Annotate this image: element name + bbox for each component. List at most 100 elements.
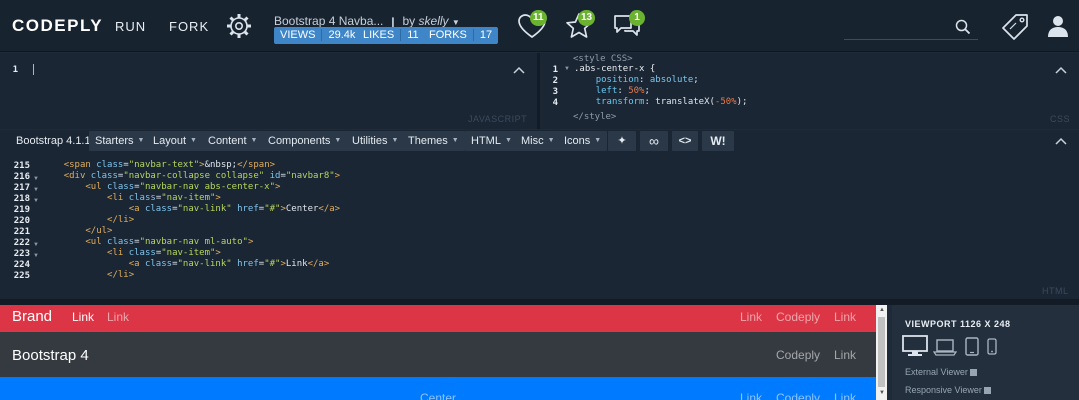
chevron-down-icon: ▼ <box>190 137 197 145</box>
nav-link[interactable]: Codeply <box>776 391 820 400</box>
scroll-up-icon[interactable]: ▲ <box>879 307 885 313</box>
tag-icon[interactable] <box>1000 12 1030 42</box>
line-number: 215 <box>13 161 30 171</box>
nav-link[interactable]: Link <box>740 310 762 324</box>
brand-link[interactable]: Bootstrap 4 <box>12 347 89 364</box>
preview-scrollbar[interactable]: ▲ ▼ <box>876 305 887 400</box>
project-title[interactable]: Bootstrap 4 Navba... ❙ by skelly ▼ <box>274 14 460 28</box>
search-icon[interactable] <box>955 19 971 35</box>
chevron-down-icon: ▼ <box>391 137 399 145</box>
line-number: 221 <box>13 227 30 237</box>
line-number: 2 <box>552 76 558 86</box>
nav-link[interactable]: Link <box>834 310 856 324</box>
css-label: CSS <box>1050 114 1071 124</box>
nav-link[interactable]: Link <box>834 348 856 362</box>
phone-icon[interactable] <box>986 335 998 357</box>
laptop-icon[interactable] <box>933 335 957 357</box>
themes-label: Themes <box>408 135 448 147</box>
html-line: <span class="navbar-text">&nbsp;</span> <box>63 160 276 170</box>
layout-label: Layout <box>153 135 187 147</box>
tablet-icon[interactable] <box>964 335 980 357</box>
html-editor[interactable]: 215 216 217 218 219 220 221 222 223 224 … <box>0 152 1079 299</box>
html-line: <ul class="navbar-nav ml-auto"> <box>85 237 254 247</box>
nav-link[interactable]: Codeply <box>776 348 820 362</box>
line-number: 217 <box>13 183 30 193</box>
line-number: 223 <box>13 249 30 259</box>
likes-stat[interactable]: LIKES 11 <box>357 27 425 44</box>
line-number: 1 <box>12 65 18 75</box>
line-number: 222 <box>13 238 30 248</box>
navbar-dark: Bootstrap 4 Codeply Link <box>0 332 876 377</box>
css-close-tag: </style> <box>573 112 617 122</box>
css-line: left: 50%; <box>595 86 650 96</box>
collapse-icon[interactable] <box>1055 65 1067 75</box>
caret-down-icon[interactable]: ▼ <box>452 18 460 27</box>
fold-icon[interactable]: ▼ <box>564 66 570 72</box>
components-label: Components <box>268 135 331 147</box>
layout-menu[interactable]: Layout ▼ <box>147 131 203 151</box>
responsive-viewer-link[interactable]: Responsive Viewer <box>905 385 992 395</box>
forks-label: FORKS <box>429 29 467 41</box>
icons-menu[interactable]: Icons ▼ <box>558 131 608 151</box>
html-label: HTML <box>471 135 501 147</box>
external-viewer-label: External Viewer <box>905 367 968 377</box>
scrollbar-thumb[interactable] <box>878 317 885 387</box>
views-stat[interactable]: VIEWS 29.4k <box>274 27 362 44</box>
nav-link[interactable]: Link <box>107 310 129 324</box>
navbar-primary: Center Link Codeply Link <box>0 377 876 400</box>
utilities-label: Utilities <box>352 135 388 147</box>
codeply-logo[interactable]: CODEPLY <box>12 16 103 36</box>
magic-wand-button[interactable]: ✦ <box>608 131 636 151</box>
external-viewer-link[interactable]: External Viewer <box>905 367 978 377</box>
bootstrap-version[interactable]: Bootstrap 4.1.1 <box>10 131 97 151</box>
fork-button[interactable]: FORK <box>169 19 209 34</box>
run-button[interactable]: RUN <box>115 19 146 34</box>
components-menu[interactable]: Components ▼ <box>262 131 348 151</box>
stars-badge: 13 <box>578 10 596 26</box>
brand-link[interactable]: Brand <box>12 308 52 325</box>
chevron-down-icon: ▼ <box>137 137 145 145</box>
css-editor[interactable]: <style CSS> 1 2 3 4 ▼ .abs-center-x { po… <box>540 53 1079 129</box>
link-button[interactable]: ∞ <box>640 131 668 151</box>
fold-icons[interactable]: ▼ ▼ ▼ ▼ ▼ <box>33 174 39 262</box>
html-line: </li> <box>107 270 135 280</box>
nav-link[interactable]: Center <box>420 391 456 400</box>
infinity-icon: ∞ <box>649 133 659 149</box>
collapse-icon[interactable] <box>513 65 525 75</box>
desktop-icon[interactable] <box>902 335 928 357</box>
starters-menu[interactable]: Starters ▼ <box>89 131 151 151</box>
html-menu[interactable]: HTML ▼ <box>465 131 518 151</box>
forks-stat[interactable]: FORKS 17 <box>423 27 499 44</box>
css-line: transform: translateX(-50%); <box>595 97 748 107</box>
chevron-down-icon: ▼ <box>250 137 258 145</box>
author-name[interactable]: skelly <box>419 14 449 28</box>
misc-menu[interactable]: Misc ▼ <box>515 131 561 151</box>
gear-icon[interactable] <box>226 13 252 39</box>
nav-link[interactable]: Codeply <box>776 310 820 324</box>
misc-label: Misc <box>521 135 544 147</box>
html-label: HTML <box>1042 286 1069 296</box>
themes-menu[interactable]: Themes ▼ <box>402 131 465 151</box>
w-button[interactable]: W! <box>702 131 734 151</box>
views-value: 29.4k <box>321 29 356 41</box>
scroll-down-icon[interactable]: ▼ <box>879 390 885 396</box>
content-menu[interactable]: Content ▼ <box>202 131 264 151</box>
navbar-brand-red: Brand Link Link Link Codeply Link <box>0 305 876 332</box>
likes-label: LIKES <box>363 29 395 41</box>
nav-link[interactable]: Link <box>834 391 856 400</box>
by-label: by <box>402 14 416 28</box>
line-number: 220 <box>13 216 30 226</box>
nav-link[interactable]: Link <box>72 310 94 324</box>
collapse-icon[interactable] <box>1055 136 1067 146</box>
likes-value: 11 <box>400 29 419 41</box>
nav-link[interactable]: Link <box>740 391 762 400</box>
preview-frame[interactable]: Brand Link Link Link Codeply Link Bootst… <box>0 305 876 400</box>
user-icon[interactable] <box>1046 14 1070 38</box>
code-button[interactable]: <> <box>672 131 698 151</box>
css-open-tag: <style CSS> <box>573 54 633 64</box>
forks-value: 17 <box>472 29 493 41</box>
chevron-down-icon: ▼ <box>451 137 459 145</box>
html-line: <li class="nav-item"> <box>107 193 221 203</box>
utilities-menu[interactable]: Utilities ▼ <box>346 131 405 151</box>
javascript-editor[interactable]: 1 JAVASCRIPT <box>0 53 537 129</box>
